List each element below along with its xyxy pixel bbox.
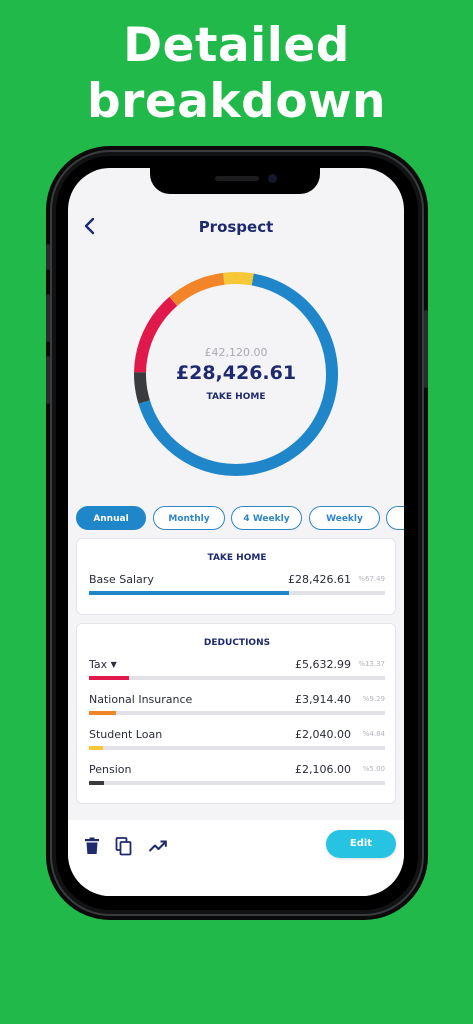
row-value: £5,632.99 <box>295 658 351 671</box>
phone-volume-up <box>46 294 50 342</box>
row-label: Pension <box>89 763 132 776</box>
progress-fill <box>89 781 104 785</box>
phone-volume-down <box>46 356 50 404</box>
edit-button[interactable]: Edit <box>326 830 396 858</box>
progress-fill <box>89 746 104 750</box>
copy-icon[interactable] <box>114 836 134 856</box>
promo-headline-line1: Detailed <box>123 18 350 73</box>
bottom-toolbar: Edit <box>68 820 404 896</box>
row-value: £3,914.40 <box>295 693 351 706</box>
row-percent: %4.84 <box>362 730 385 738</box>
row-percent: %13.37 <box>358 660 385 668</box>
app-screen: Prospect £42,120.00 £28,426.61 TAKE HOME… <box>68 168 404 896</box>
row-value: £2,106.00 <box>295 763 351 776</box>
progress-track <box>89 591 385 595</box>
row-label: National Insurance <box>89 693 193 706</box>
progress-fill <box>89 591 289 595</box>
deduction-row-tax[interactable]: Tax ▼ £5,632.99 %13.37 <box>89 658 385 688</box>
deductions-card-heading: DEDUCTIONS <box>203 638 271 648</box>
phone-camera <box>268 174 277 183</box>
take-home-row-base-salary: Base Salary £28,426.61 %67.49 <box>89 573 385 603</box>
row-percent: %5.00 <box>362 765 385 773</box>
take-home-amount: £28,426.61 <box>175 362 297 384</box>
tax-label: Tax <box>89 658 108 671</box>
trend-icon[interactable] <box>148 836 168 856</box>
deductions-card: DEDUCTIONS Tax ▼ £5,632.99 %13.37 Nation… <box>76 623 396 804</box>
progress-track <box>89 746 385 750</box>
take-home-card: TAKE HOME Base Salary £28,426.61 %67.49 <box>76 538 396 615</box>
tab-4-weekly[interactable]: 4 Weekly <box>231 506 302 530</box>
row-value: £2,040.00 <box>295 728 351 741</box>
progress-track <box>89 676 385 680</box>
deduction-row-national-insurance: National Insurance £3,914.40 %9.29 <box>89 693 385 723</box>
nav-bar: Prospect <box>68 212 404 244</box>
row-label: Tax ▼ <box>89 658 117 671</box>
promo-headline-line2: breakdown <box>87 74 386 129</box>
page-title: Prospect <box>198 218 274 236</box>
donut-center: £42,120.00 £28,426.61 TAKE HOME <box>130 268 342 480</box>
deduction-row-pension: Pension £2,106.00 %5.00 <box>89 763 385 793</box>
deduction-row-student-loan: Student Loan £2,040.00 %4.84 <box>89 728 385 758</box>
tab-weekly[interactable]: Weekly <box>309 506 380 530</box>
caret-down-icon[interactable]: ▼ <box>111 660 117 669</box>
row-label: Base Salary <box>89 573 154 586</box>
phone-mute-switch <box>46 244 50 270</box>
tab-monthly[interactable]: Monthly <box>153 506 225 530</box>
progress-fill <box>89 711 117 715</box>
phone-speaker <box>215 176 259 181</box>
tab-annual[interactable]: Annual <box>76 506 146 530</box>
row-value: £28,426.61 <box>288 573 351 586</box>
row-percent: %9.29 <box>362 695 385 703</box>
progress-fill <box>89 676 129 680</box>
period-tabs: Annual Monthly 4 Weekly Weekly <box>74 506 404 532</box>
progress-track <box>89 781 385 785</box>
take-home-card-heading: TAKE HOME <box>207 553 267 563</box>
progress-track <box>89 711 385 715</box>
row-label: Student Loan <box>89 728 163 741</box>
promo-headline: Detailed breakdown <box>0 18 473 130</box>
trash-icon[interactable] <box>82 836 102 856</box>
phone-power-button <box>424 310 428 388</box>
take-home-label: TAKE HOME <box>206 392 266 402</box>
row-percent: %67.49 <box>358 575 385 583</box>
gross-salary: £42,120.00 <box>204 346 268 359</box>
tab-overflow[interactable] <box>386 506 404 530</box>
